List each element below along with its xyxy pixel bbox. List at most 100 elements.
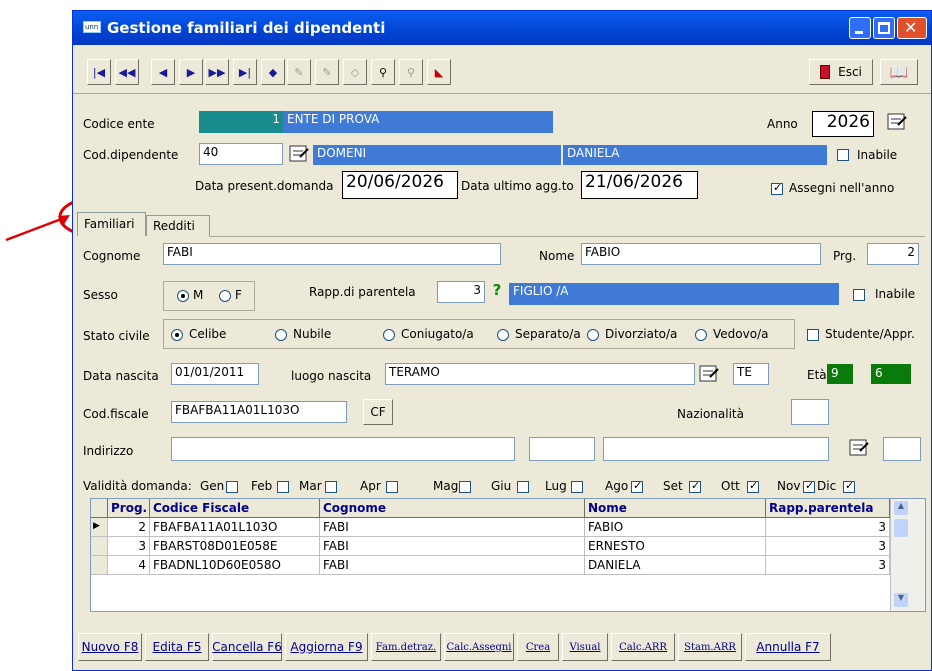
month-ott-checkbox[interactable]: [747, 479, 759, 493]
table-cell[interactable]: FABIO: [585, 518, 766, 537]
month-lug-checkbox[interactable]: [571, 481, 583, 493]
search-icon[interactable]: ⚲: [371, 59, 395, 85]
indirizzo-lookup-icon[interactable]: [847, 437, 871, 459]
tab-redditi[interactable]: Redditi: [146, 215, 210, 236]
col-codice-fiscale[interactable]: Codice Fiscale: [150, 499, 320, 518]
sesso-f-radio[interactable]: [219, 290, 231, 302]
assegni-checkbox[interactable]: [771, 181, 783, 195]
indirizzo-field[interactable]: [171, 437, 515, 461]
search-alt-icon[interactable]: ⚲: [399, 59, 423, 85]
sesso-m-radio[interactable]: [177, 290, 189, 302]
current-row-icon[interactable]: ▶: [91, 518, 108, 537]
scroll-up-icon[interactable]: ▲: [894, 501, 908, 515]
nome-field[interactable]: FABIO: [581, 243, 821, 265]
month-nov-checkbox[interactable]: [803, 479, 815, 493]
table-cell[interactable]: DANIELA: [585, 556, 766, 575]
codice-ente-field[interactable]: 1: [199, 111, 283, 133]
month-mar-checkbox[interactable]: [325, 481, 337, 493]
grid-scrollbar[interactable]: ▲ ▼: [890, 499, 925, 611]
data-agg-field[interactable]: 21/06/2026: [581, 171, 698, 199]
prov-field[interactable]: TE: [733, 363, 769, 385]
prov-indirizzo-field[interactable]: [883, 437, 921, 461]
col-nome[interactable]: Nome: [585, 499, 766, 518]
table-cell[interactable]: FBADNL10D60E058O: [150, 556, 320, 575]
table-cell[interactable]: 3: [766, 518, 890, 537]
comune-field[interactable]: [603, 437, 829, 461]
table-cell[interactable]: 2: [108, 518, 150, 537]
cod-fiscale-field[interactable]: FBAFBA11A01L103O: [171, 401, 347, 423]
row-selector[interactable]: [91, 556, 108, 575]
stato-separato-radio[interactable]: [497, 329, 509, 341]
stato-coniugato-radio[interactable]: [383, 329, 395, 341]
calc-assegni-button[interactable]: Calc.Assegni: [444, 633, 514, 661]
calendar-doc-icon[interactable]: [885, 111, 909, 133]
data-nascita-field[interactable]: 01/01/2011: [171, 363, 259, 385]
month-giu-checkbox[interactable]: [517, 481, 529, 493]
next-icon[interactable]: ▶: [179, 59, 203, 85]
table-cell[interactable]: 3: [766, 537, 890, 556]
inabile-checkbox[interactable]: [853, 289, 865, 301]
month-feb-checkbox[interactable]: [277, 481, 289, 493]
table-cell[interactable]: FBAFBA11A01L103O: [150, 518, 320, 537]
col-cognome[interactable]: Cognome: [320, 499, 585, 518]
stato-nubile-radio[interactable]: [275, 329, 287, 341]
edita-button[interactable]: Edita F5: [145, 633, 209, 661]
crea-button[interactable]: Crea: [517, 633, 559, 661]
month-set-checkbox[interactable]: [689, 479, 701, 493]
delete-icon[interactable]: ◇: [343, 59, 367, 85]
prg-field[interactable]: 2: [867, 243, 919, 265]
edit-alt-icon[interactable]: ✎: [315, 59, 339, 85]
book-icon[interactable]: 📖: [880, 59, 918, 85]
col-rapp-parentela[interactable]: Rapp.parentela: [766, 499, 890, 518]
cf-button[interactable]: CF: [363, 399, 393, 425]
table-cell[interactable]: FBARST08D01E058E: [150, 537, 320, 556]
prev-page-icon[interactable]: ◀◀: [115, 59, 139, 85]
nuovo-button[interactable]: Nuovo F8: [78, 633, 142, 661]
next-page-icon[interactable]: ▶▶: [205, 59, 229, 85]
table-cell[interactable]: 3: [108, 537, 150, 556]
table-cell[interactable]: FABI: [320, 518, 585, 537]
row-selector[interactable]: [91, 537, 108, 556]
month-mag-checkbox[interactable]: [459, 481, 471, 493]
month-dic-checkbox[interactable]: [843, 479, 855, 493]
scroll-thumb[interactable]: [894, 519, 908, 537]
cognome-field[interactable]: FABI: [163, 243, 501, 265]
stato-celibe-radio[interactable]: [171, 329, 183, 341]
lookup-doc-icon[interactable]: [287, 143, 311, 165]
col-prog[interactable]: Prog.: [108, 499, 150, 518]
cancella-button[interactable]: Cancella F6: [212, 633, 282, 661]
maximize-button[interactable]: [873, 17, 895, 39]
table-cell[interactable]: 4: [108, 556, 150, 575]
stato-vedovo-radio[interactable]: [695, 329, 707, 341]
first-icon[interactable]: |◀: [87, 59, 111, 85]
data-pres-field[interactable]: 20/06/2026: [342, 171, 458, 199]
exit-button[interactable]: Esci: [809, 59, 873, 85]
close-button[interactable]: ✕: [897, 17, 927, 39]
stam-arr-button[interactable]: Stam.ARR: [678, 633, 742, 661]
new-record-icon[interactable]: ◆: [261, 59, 285, 85]
help-icon[interactable]: ?: [487, 281, 507, 303]
scroll-down-icon[interactable]: ▼: [894, 593, 908, 607]
table-cell[interactable]: FABI: [320, 537, 585, 556]
table-cell[interactable]: 3: [766, 556, 890, 575]
tab-familiari[interactable]: Familiari: [77, 212, 146, 236]
studente-checkbox[interactable]: [807, 329, 819, 341]
inabile-header-checkbox[interactable]: [837, 149, 849, 161]
table-cell[interactable]: FABI: [320, 556, 585, 575]
calc-arr-button[interactable]: Calc.ARR: [611, 633, 675, 661]
last-icon[interactable]: ▶|: [233, 59, 257, 85]
prev-icon[interactable]: ◀: [151, 59, 175, 85]
table-cell[interactable]: ERNESTO: [585, 537, 766, 556]
month-ago-checkbox[interactable]: [631, 479, 643, 493]
cap-field[interactable]: [529, 437, 595, 461]
anno-field[interactable]: 2026: [812, 111, 874, 137]
stato-divorziato-radio[interactable]: [587, 329, 599, 341]
clear-icon[interactable]: ◣: [427, 59, 451, 85]
fam-detraz-button[interactable]: Fam.detraz.: [371, 633, 441, 661]
edit-icon[interactable]: ✎: [287, 59, 311, 85]
luogo-lookup-icon[interactable]: [697, 363, 721, 385]
cod-dipendente-field[interactable]: 40: [199, 143, 283, 165]
rapp-field[interactable]: 3: [437, 281, 485, 303]
month-apr-checkbox[interactable]: [386, 481, 398, 493]
nazionalita-field[interactable]: [791, 399, 829, 425]
